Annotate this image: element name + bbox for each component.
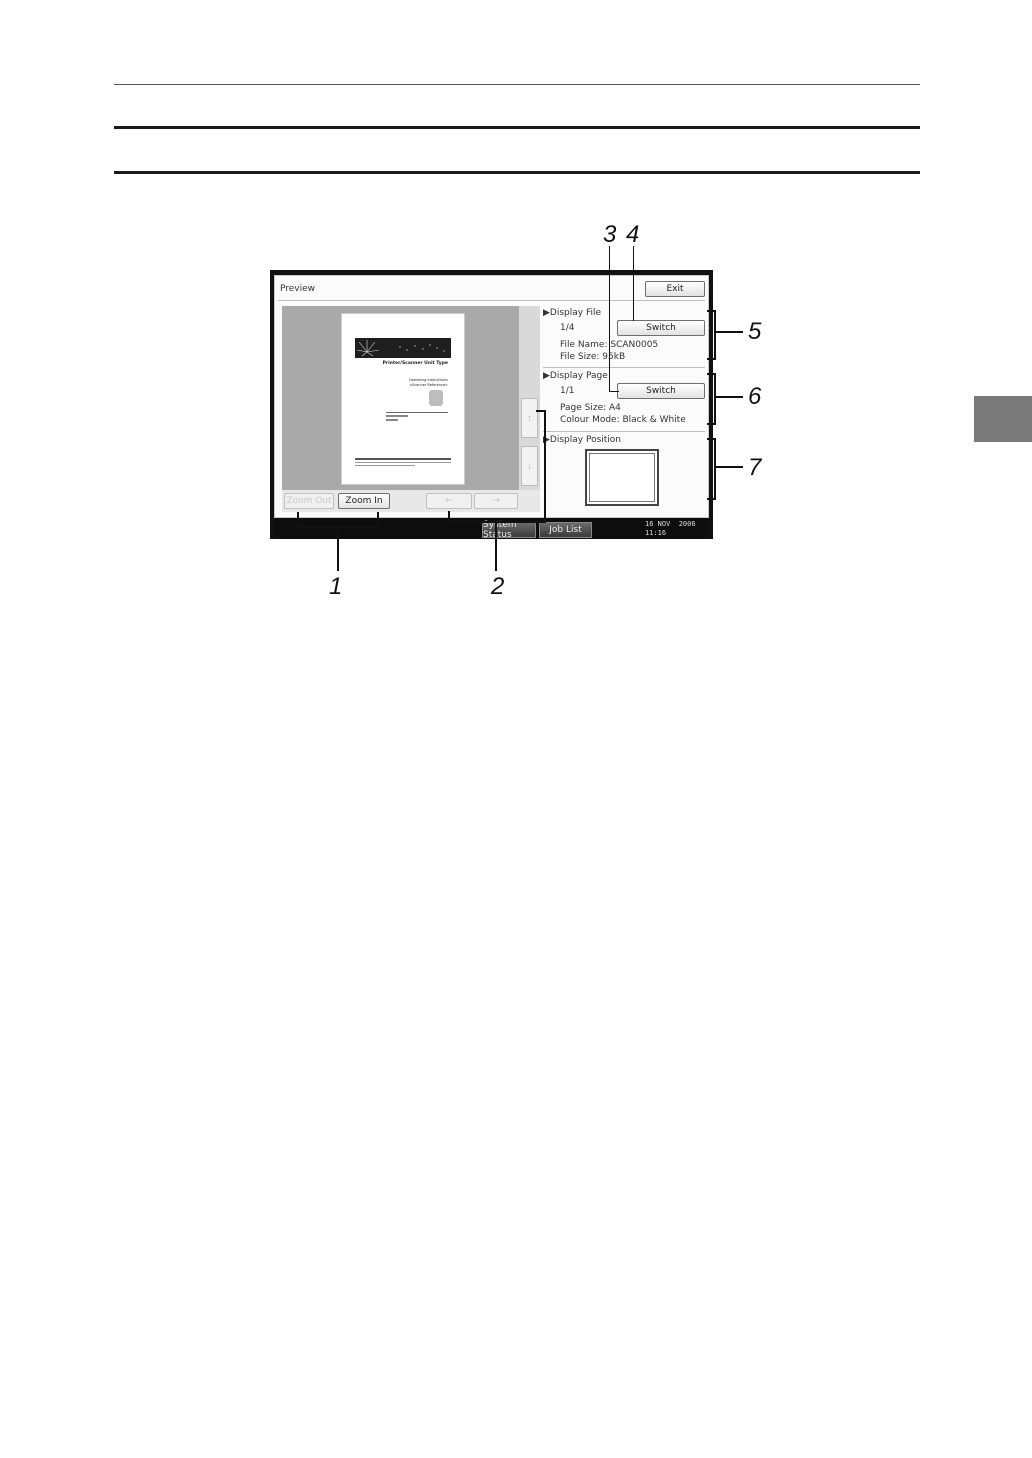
thumbnail-footer-text: [355, 465, 415, 466]
page-size: Page Size: A4: [560, 403, 621, 413]
display-file-heading: ▶Display File: [543, 308, 601, 318]
display-file-heading-label: Display File: [549, 308, 602, 318]
callout-1: 1: [329, 573, 343, 600]
fireworks-graphic: [356, 340, 445, 357]
job-list-button[interactable]: Job List: [539, 522, 592, 538]
position-frame[interactable]: [585, 449, 659, 506]
leader-line-6: [716, 396, 743, 398]
leader-line-3-tick: [609, 391, 619, 392]
thumbnail-banner: [355, 338, 451, 358]
bracket-6: [707, 373, 716, 425]
thumbnail-illustration: [429, 390, 443, 406]
bracket-2-right: [544, 410, 546, 522]
scroll-right-button[interactable]: →: [474, 493, 518, 509]
callout-4: 4: [626, 221, 640, 248]
leader-line-5: [716, 331, 743, 333]
page-thumbnail: Printer/Scanner Unit Type Operating Inst…: [341, 313, 465, 485]
display-position-heading-label: Display Position: [549, 435, 621, 445]
leader-line-3: [609, 246, 610, 392]
section-divider: [543, 367, 705, 368]
bracket-2-top: [536, 410, 545, 412]
triangle-icon: ▶: [543, 371, 550, 381]
status-date: 16 NOV 2006: [645, 520, 696, 528]
leader-line-2: [495, 521, 497, 571]
leader-line-7: [716, 466, 743, 468]
scroll-down-button[interactable]: ↓: [521, 446, 538, 486]
scroll-up-button[interactable]: ↑: [521, 398, 538, 438]
section-rule-bottom: [114, 171, 920, 174]
zoom-out-button[interactable]: Zoom Out: [284, 493, 334, 509]
bracket-7: [707, 438, 716, 500]
callout-6: 6: [748, 383, 762, 410]
display-page-heading-label: Display Page: [549, 371, 608, 381]
triangle-icon: ▶: [543, 308, 550, 318]
display-file-counter: 1/4: [560, 323, 575, 333]
exit-button[interactable]: Exit: [645, 281, 705, 297]
bracket-2-bottom: [448, 521, 546, 523]
callout-2: 2: [491, 573, 505, 600]
thumbnail-footer-rule: [355, 458, 451, 460]
title-divider: [278, 300, 705, 301]
scroll-left-button[interactable]: ←: [426, 493, 472, 509]
page-switch-button[interactable]: Switch: [617, 383, 705, 399]
bracket-1: [297, 512, 379, 528]
file-size: File Size: 95kB: [560, 352, 626, 362]
leader-line-1: [337, 528, 339, 571]
thumbnail-line: [386, 419, 398, 421]
display-position-heading: ▶Display Position: [543, 435, 621, 445]
display-page-counter: 1/1: [560, 386, 575, 396]
callout-7: 7: [748, 454, 762, 481]
thumbnail-subtitle-1: Operating Instructions: [408, 378, 448, 382]
bracket-5: [707, 310, 716, 360]
header-rule: [114, 84, 920, 85]
thumbnail-footer-text: [355, 462, 451, 463]
zoom-in-button[interactable]: Zoom In: [338, 493, 390, 509]
screen-title: Preview: [280, 284, 316, 294]
thumbnail-line: [386, 415, 408, 417]
section-rule-top: [114, 126, 920, 129]
chapter-tab: [974, 396, 1032, 442]
system-status-button[interactable]: System Status: [482, 520, 536, 540]
leader-line-4: [633, 246, 634, 321]
thumbnail-rule: [386, 412, 448, 413]
status-time: 11:16: [645, 529, 667, 537]
thumbnail-subtitle-2: <Scanner Reference>: [409, 383, 448, 387]
position-indicator: [589, 453, 655, 502]
colour-mode: Colour Mode: Black & White: [560, 415, 686, 425]
thumbnail-title: Printer/Scanner Unit Type: [382, 361, 448, 366]
callout-5: 5: [748, 318, 762, 345]
display-page-heading: ▶Display Page: [543, 371, 608, 381]
callout-3: 3: [603, 221, 617, 248]
section-divider: [543, 431, 705, 432]
file-switch-button[interactable]: Switch: [617, 320, 705, 336]
